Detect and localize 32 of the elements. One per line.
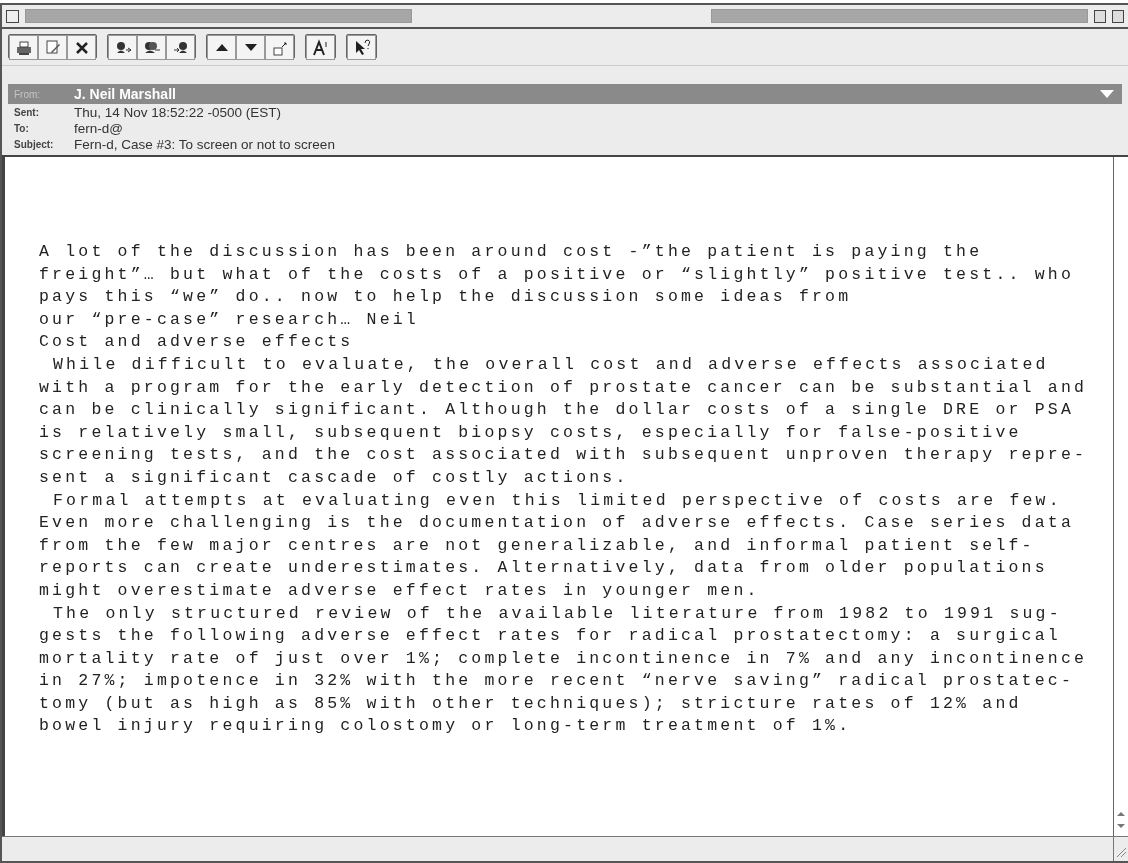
reply-all-button[interactable] <box>137 35 166 60</box>
field-label: Subject: <box>14 138 55 150</box>
field-value: Thu, 14 Nov 18:52:22 -0500 (EST) <box>74 104 282 120</box>
field-label: To: <box>14 122 30 134</box>
scroll-bar[interactable] <box>1113 157 1128 836</box>
field-value: fern-d@ <box>74 120 123 136</box>
zoom-box[interactable] <box>1094 9 1106 23</box>
close-box[interactable] <box>6 9 19 23</box>
dropdown-triangle-icon[interactable] <box>1100 89 1114 99</box>
sender-name: J. Neil Marshall <box>74 86 177 102</box>
up-arrow-button[interactable] <box>207 35 236 60</box>
sender-bar[interactable]: From: J. Neil Marshall <box>8 84 1122 104</box>
help-pointer-button[interactable] <box>347 35 376 60</box>
down-arrow-icon <box>244 44 257 51</box>
message-paragraph: The only structured review of the available literature from 1982 to 1991 sug- gests the following adverse effect rates for radical prostatectomy: a surgical mortality rate of just over 1%; complete incontinence in 7% and any incontinence in 27%; impotence in 32% with the more recent “nerve saving” radical prostatec- tomy (but as high as 85% with other techniques); stricture rates of 12% and bowel injury requiring colostomy or long-term treatment of 1%. <box>39 602 1089 738</box>
forward-button[interactable] <box>166 35 195 60</box>
document-pencil-button[interactable] <box>38 35 67 60</box>
field-label: Sent: <box>14 106 40 118</box>
close-button[interactable] <box>67 35 96 60</box>
up-arrow-icon <box>215 44 228 51</box>
message-paragraph: Cost and adverse effects <box>39 331 355 354</box>
message-paragraph: While difficult to evaluate, the overall cost and adverse effects associated with a program for the early detection of prostate cancer can be substantial and can be clinically significant. Although the dollar costs of a single DRE or PSA is relatively small, subsequent biopsy costs, especially for false-positive screening tests, and the cost associated with subsequent unproven therapy repre- sent a significant cascade of costly actions. <box>39 353 1089 489</box>
message-paragraph: A lot of the discussion has been around cost -”the patient is paying the freight”… but what of the costs of a positive or “slightly” positive test.. who pays this “we” do.. now to help the discussion some ideas from our “pre-case” research… Neil <box>39 241 1076 331</box>
from-label: From: <box>14 88 42 100</box>
font-size-button[interactable] <box>306 35 335 60</box>
message-paragraph: Formal attempts at evaluating even this limited perspective of costs are few. Even more challenging is the documentation of adverse effects. Case series data from the few major centres are not generalizable, and informal patient self- reports can create underestimates. Alternatively, data from older populations might overestimate adverse effect rates in younger men. <box>39 489 1076 602</box>
resize-grip-icon[interactable] <box>1113 837 1128 861</box>
field-value: Fern-d, Case #3: To screen or not to screen <box>74 136 335 152</box>
collapse-box[interactable] <box>1112 9 1124 23</box>
down-arrow-button[interactable] <box>236 35 265 60</box>
printer-button[interactable] <box>9 35 38 60</box>
reply-button[interactable] <box>108 35 137 60</box>
